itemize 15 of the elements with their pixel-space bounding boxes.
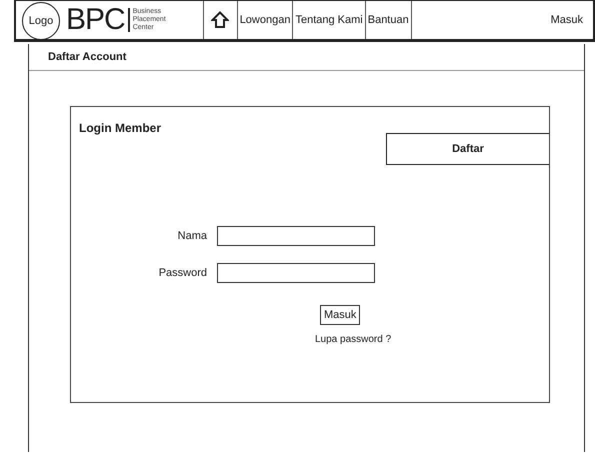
field-label: Nama — [176, 230, 207, 242]
card-title: Login Member — [79, 121, 162, 135]
logo-icon: Logo — [22, 2, 60, 40]
login-link[interactable]: Masuk — [550, 1, 583, 39]
nav-link[interactable]: Tentang Kami — [292, 1, 365, 39]
forgot-password-link[interactable]: Lupa password ? — [315, 334, 392, 345]
input-field[interactable] — [217, 263, 375, 283]
input-field[interactable] — [217, 226, 375, 246]
page-title: Daftar Account — [48, 51, 126, 63]
brand-name: BPC — [66, 3, 125, 37]
nav-link[interactable]: Lowongan — [236, 1, 292, 39]
field-label: Password — [158, 267, 207, 279]
login-button[interactable]: Masuk — [320, 305, 360, 325]
nav-link[interactable]: Bantuan — [364, 1, 412, 39]
register-button[interactable]: Daftar — [386, 133, 549, 165]
